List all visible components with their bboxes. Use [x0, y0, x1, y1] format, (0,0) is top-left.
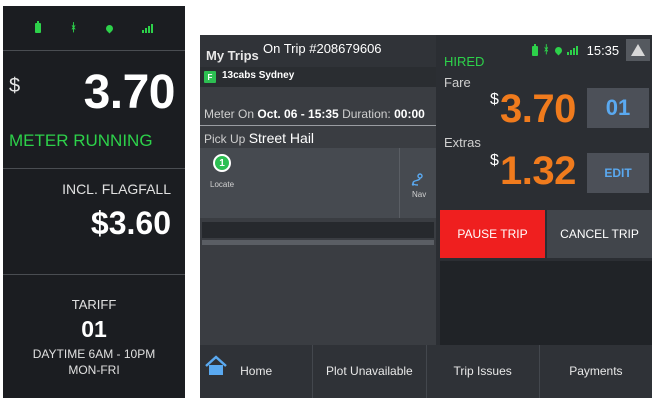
navigation-icon[interactable]: [410, 173, 424, 187]
extras-currency: $: [490, 152, 499, 169]
fare-currency: $: [490, 91, 499, 108]
warning-icon: [631, 44, 645, 56]
fare-amount: 3.70: [500, 87, 576, 131]
tariff-days: MON-FRI: [68, 363, 120, 377]
divider: [200, 125, 436, 126]
battery-icon: [35, 21, 42, 33]
fare-display: $ 3.70 METER RUNNING: [3, 51, 185, 169]
battery-icon: [532, 43, 538, 56]
edit-extras-button[interactable]: EDIT: [587, 153, 649, 193]
duration-label: Duration:: [342, 107, 391, 121]
divider: [202, 240, 434, 245]
extras-amount: 1.32: [500, 149, 576, 193]
nav-trip-issues-label: Trip Issues: [453, 364, 512, 378]
location-icon: [104, 23, 115, 33]
pickup-label: Pick Up: [204, 132, 246, 146]
location-icon: [553, 45, 564, 56]
nav-label[interactable]: Nav: [412, 190, 426, 199]
fare-amount: 3.70: [83, 66, 176, 119]
nav-home[interactable]: Home: [200, 345, 314, 398]
tariff-label: TARIFF: [71, 297, 117, 312]
fare-label: Fare: [444, 75, 471, 90]
pickup-tile: [200, 148, 436, 218]
hired-status: HIRED: [444, 54, 485, 69]
bluetooth-icon: ᚼ: [70, 21, 77, 34]
meter-on-date: Oct. 06 - 15:35: [257, 107, 339, 121]
bluetooth-icon: ᚼ: [543, 44, 550, 56]
my-trips-title[interactable]: My Trips: [206, 48, 259, 63]
cancel-trip-button[interactable]: CANCEL TRIP: [547, 210, 652, 258]
extras-label: Extras: [444, 135, 481, 150]
tariff-schedule: DAYTIME 6AM - 10PM: [32, 347, 156, 361]
taxi-tablet-screen: My Trips On Trip #208679606 F 13cabs Syd…: [200, 35, 652, 398]
nav-trip-issues[interactable]: Trip Issues: [427, 345, 540, 398]
tariff-number: 01: [81, 316, 107, 342]
currency-symbol: $: [9, 75, 21, 97]
meter-status: METER RUNNING: [9, 131, 153, 150]
company-name: 13cabs Sydney: [222, 70, 295, 81]
tariff-display: TARIFF 01 DAYTIME 6AM - 10PM MON-FRI: [3, 275, 185, 377]
tariff-button[interactable]: 01: [587, 88, 649, 128]
clock: 15:35: [586, 43, 620, 58]
trip-number: On Trip #208679606: [263, 41, 382, 56]
flagfall-amount: $3.60: [90, 205, 171, 241]
nav-payments[interactable]: Payments: [540, 345, 652, 398]
duration-value: 00:00: [394, 107, 425, 121]
pause-trip-button[interactable]: PAUSE TRIP: [440, 210, 545, 258]
signal-icon: [566, 46, 578, 55]
meter-on-label: Meter On: [204, 107, 255, 121]
status-bar: ᚼ: [3, 6, 185, 51]
meter-info: Meter On Oct. 06 - 15:35 Duration: 00:00: [204, 107, 425, 121]
nav-plot-label: Plot Unavailable: [326, 364, 413, 378]
nav-plot-unavailable[interactable]: Plot Unavailable: [313, 345, 427, 398]
company-logo-icon: F: [204, 71, 216, 83]
locate-marker-icon[interactable]: 1: [213, 154, 231, 172]
flagfall-label: INCL. FLAGFALL: [62, 181, 171, 197]
tablet-status-bar: ᚼ 15:35: [532, 43, 619, 58]
pickup-value: Street Hail: [248, 130, 315, 146]
pickup-info: Pick Up Street Hail: [204, 130, 314, 146]
trip-progress-bar: [202, 222, 434, 238]
alert-button[interactable]: [626, 39, 650, 61]
bottom-nav: Home Plot Unavailable Trip Issues Paymen…: [200, 345, 652, 398]
taxi-meter-phone: ᚼ $ 3.70 METER RUNNING INCL. FLAGFALL $3…: [3, 6, 185, 398]
nav-home-label: Home: [240, 364, 273, 378]
divider: [399, 148, 400, 218]
signal-icon: [141, 23, 153, 33]
nav-payments-label: Payments: [569, 364, 623, 378]
locate-label[interactable]: Locate: [210, 180, 234, 189]
flagfall-display: INCL. FLAGFALL $3.60: [3, 169, 185, 275]
meter-panel-footer: [440, 261, 652, 345]
